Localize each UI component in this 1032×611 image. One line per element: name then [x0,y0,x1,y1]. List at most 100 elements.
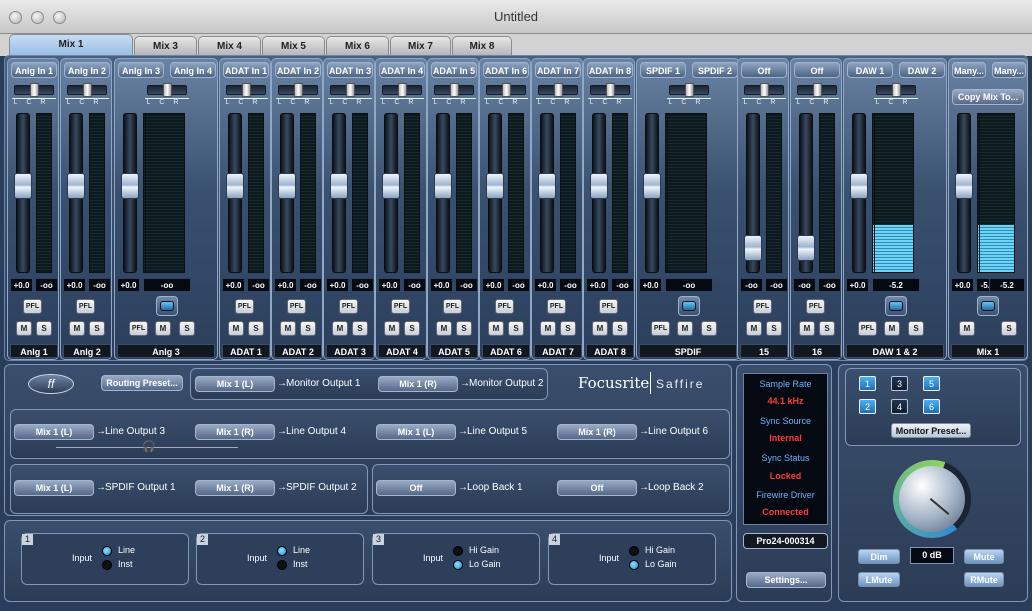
mute-button[interactable]: M [69,321,85,336]
pan-knob[interactable] [502,83,511,97]
monitor-preset-1-button[interactable]: 1 [859,376,876,391]
mute-button[interactable]: M [228,321,244,336]
pan-knob[interactable] [346,83,355,97]
mute-button[interactable]: M [280,321,296,336]
fader-cap[interactable] [14,173,32,199]
tab-mix-5[interactable]: Mix 5 [262,36,325,56]
stereo-link-button[interactable] [156,296,178,316]
pan-knob[interactable] [554,83,563,97]
input-mode-radio[interactable] [102,546,112,556]
fader-cap[interactable] [538,173,556,199]
solo-button[interactable]: S [352,321,368,336]
route-source-select[interactable]: Off [376,480,456,496]
pfl-button[interactable]: PFL [806,299,825,314]
pan-slider[interactable] [14,83,54,97]
pfl-button[interactable]: PFL [599,299,618,314]
volume-fader[interactable] [330,113,348,273]
volume-fader[interactable] [226,113,244,273]
pan-slider[interactable] [226,83,266,97]
volume-fader[interactable] [850,113,868,273]
solo-button[interactable]: S [612,321,628,336]
input-select-button[interactable]: Anlg In 3 [118,62,164,78]
volume-fader[interactable] [486,113,504,273]
route-source-select[interactable]: Mix 1 (R) [378,376,458,392]
tab-mix-7[interactable]: Mix 7 [390,36,451,56]
lmute-button[interactable]: LMute [858,572,900,587]
volume-fader[interactable] [67,113,85,273]
solo-button[interactable]: S [508,321,524,336]
tab-mix-6[interactable]: Mix 6 [326,36,389,56]
solo-button[interactable]: S [819,321,835,336]
pfl-button[interactable]: PFL [443,299,462,314]
pan-knob[interactable] [30,83,39,97]
fader-cap[interactable] [744,235,762,261]
pan-slider[interactable] [797,83,837,97]
pan-knob[interactable] [242,83,251,97]
pan-slider[interactable] [590,83,630,97]
solo-button[interactable]: S [89,321,105,336]
pfl-button[interactable]: PFL [753,299,772,314]
volume-fader[interactable] [121,113,139,273]
pan-knob[interactable] [294,83,303,97]
pan-knob[interactable] [606,83,615,97]
volume-fader[interactable] [955,113,973,273]
fader-cap[interactable] [850,173,868,199]
fader-cap[interactable] [330,173,348,199]
pfl-button[interactable]: PFL [651,321,670,336]
solo-button[interactable]: S [248,321,264,336]
fader-cap[interactable] [382,173,400,199]
mute-button[interactable]: M [884,321,900,336]
solo-button[interactable]: S [36,321,52,336]
routing-preset-button[interactable]: Routing Preset... [101,375,183,391]
monitor-preset-2-button[interactable]: 2 [859,399,876,414]
pan-knob[interactable] [83,83,92,97]
pan-knob[interactable] [450,83,459,97]
input-select-button[interactable]: Anlg In 4 [170,62,216,78]
pan-slider[interactable] [147,83,187,97]
volume-fader[interactable] [744,113,762,273]
mute-button[interactable]: M [677,321,693,336]
fader-cap[interactable] [486,173,504,199]
mute-button[interactable]: M [799,321,815,336]
route-source-select[interactable]: Mix 1 (R) [195,424,275,440]
route-source-select[interactable]: Mix 1 (L) [376,424,456,440]
mute-button[interactable]: M [436,321,452,336]
input-mode-radio[interactable] [629,546,639,556]
mute-button[interactable]: M [332,321,348,336]
input-select-button[interactable]: SPDIF 2 [692,62,738,78]
rmute-button[interactable]: RMute [964,572,1004,587]
monitor-preset-6-button[interactable]: 6 [923,399,940,414]
settings-button[interactable]: Settings... [746,572,826,588]
input-select-button[interactable]: ADAT In 5 [431,62,477,78]
pfl-button[interactable]: PFL [547,299,566,314]
volume-fader[interactable] [434,113,452,273]
stereo-link-button[interactable] [678,296,700,316]
pan-slider[interactable] [669,83,709,97]
tab-mix-3[interactable]: Mix 3 [134,36,197,56]
fader-cap[interactable] [643,173,661,199]
input-select-button[interactable]: Anlg In 2 [64,62,110,78]
input-mode-radio[interactable] [102,560,112,570]
pan-knob[interactable] [685,83,694,97]
pfl-button[interactable]: PFL [287,299,306,314]
input-select-button[interactable]: DAW 1 [847,62,893,78]
volume-fader[interactable] [538,113,556,273]
pan-knob[interactable] [163,83,172,97]
pfl-button[interactable]: PFL [339,299,358,314]
fader-cap[interactable] [226,173,244,199]
pan-knob[interactable] [892,83,901,97]
solo-button[interactable]: S [560,321,576,336]
monitor-preset-3-button[interactable]: 3 [891,376,908,391]
pfl-button[interactable]: PFL [391,299,410,314]
input-select-button[interactable]: ADAT In 6 [483,62,529,78]
solo-button[interactable]: S [766,321,782,336]
input-select-button[interactable]: Off [794,62,840,78]
input-select-button[interactable]: ADAT In 2 [275,62,321,78]
volume-fader[interactable] [382,113,400,273]
dim-button[interactable]: Dim [858,549,900,564]
volume-fader[interactable] [14,113,32,273]
pan-knob[interactable] [398,83,407,97]
input-mode-radio[interactable] [629,560,639,570]
input-select-button[interactable]: Many... [992,62,1026,78]
tab-mix-8[interactable]: Mix 8 [452,36,512,56]
